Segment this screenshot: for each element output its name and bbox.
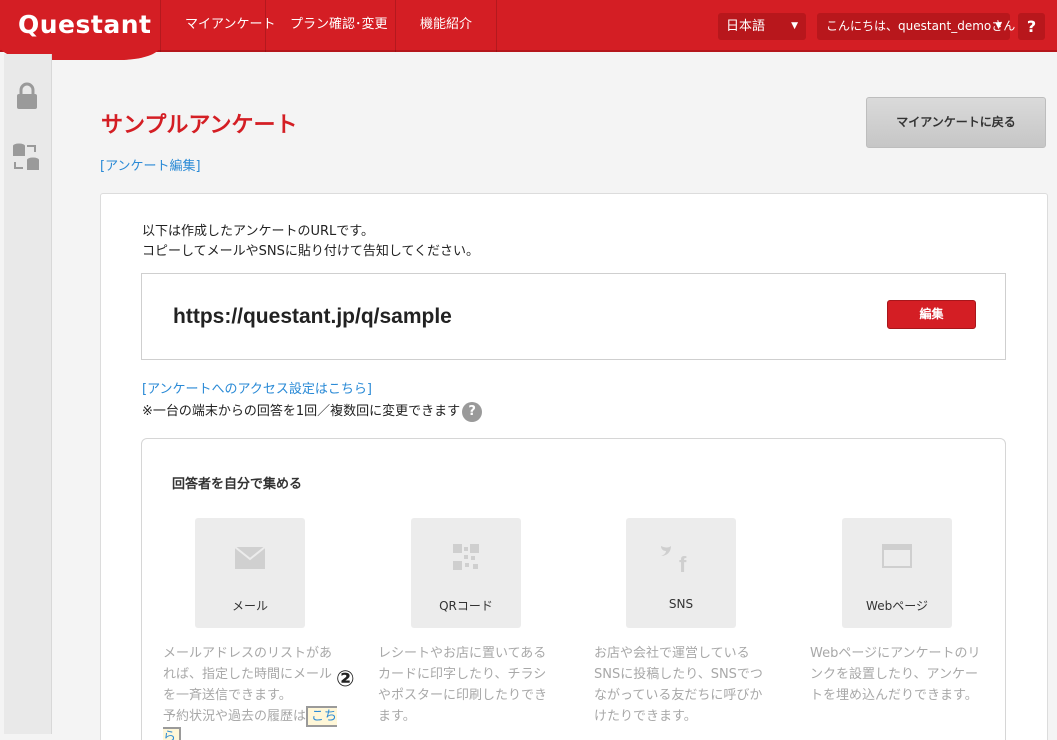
mail-method-label: メール: [231, 599, 268, 613]
data-transfer-icon[interactable]: [11, 140, 43, 172]
step-marker: ②: [336, 667, 355, 692]
svg-text:f: f: [679, 552, 687, 574]
logo-area[interactable]: Questant: [0, 0, 160, 60]
access-settings-link[interactable]: [アンケートへのアクセス設定はこちら]: [142, 378, 372, 397]
mail-icon: [234, 546, 266, 569]
webpage-method-label: Webページ: [866, 599, 928, 613]
qr-code-icon: [453, 544, 479, 570]
top-header: Questant マイアンケート プラン確認･変更 機能紹介 日本語 ▼ こんに…: [0, 0, 1057, 60]
access-note-text: ※一台の端末からの回答を1回／複数回に変更できます: [142, 404, 461, 419]
intro-line-1: 以下は作成したアンケートのURLです。: [142, 224, 374, 239]
url-intro: 以下は作成したアンケートのURLです。 コピーしてメールやSNSに貼り付けて告知…: [142, 222, 479, 262]
help-button[interactable]: ?: [1018, 13, 1045, 40]
language-select[interactable]: 日本語 ▼: [718, 13, 806, 40]
chevron-down-icon: ▼: [791, 21, 798, 31]
nav-plan[interactable]: プラン確認･変更: [265, 0, 412, 52]
qr-method-description: レシートやお店に置いてあるカードに印字したり、チラシやポスターに印刷したりできま…: [378, 646, 548, 724]
chevron-down-icon: ▼: [995, 21, 1002, 31]
user-menu[interactable]: こんにちは、questant_demoさん ▼: [817, 13, 1015, 40]
mail-method-description: メールアドレスのリストがあれば、指定した時間にメールを一斉送信できます。 予約状…: [163, 643, 338, 740]
lock-icon[interactable]: [11, 80, 43, 112]
mail-desc-text: メールアドレスのリストがあれば、指定した時間にメールを一斉送信できます。: [163, 646, 333, 703]
nav-features[interactable]: 機能紹介: [395, 0, 498, 52]
left-sidebar: [4, 54, 52, 734]
sns-method-label: SNS: [668, 597, 694, 611]
intro-line-2: コピーしてメールやSNSに貼り付けて告知してください。: [142, 244, 480, 259]
user-greeting: こんにちは、questant_demoさん: [826, 19, 1016, 33]
webpage-method-tile[interactable]: Webページ: [842, 518, 952, 628]
page-title: サンプルアンケート: [101, 113, 298, 138]
collect-title: 回答者を自分で集める: [172, 477, 303, 492]
mail-method-tile[interactable]: メール: [195, 518, 305, 628]
language-value: 日本語: [726, 19, 766, 34]
qr-method-label: QRコード: [439, 599, 493, 613]
url-box: https://questant.jp/q/sample 編集: [141, 273, 1006, 360]
questant-logo[interactable]: Questant: [18, 10, 151, 39]
survey-url[interactable]: https://questant.jp/q/sample: [173, 305, 452, 329]
webpage-method-description: Webページにアンケートのリンクを設置したり、アンケートを埋め込んだりできます。: [810, 646, 981, 703]
access-note: ※一台の端末からの回答を1回／複数回に変更できます?: [142, 400, 483, 422]
social-icon: f: [661, 546, 687, 574]
edit-survey-link[interactable]: [アンケート編集]: [100, 155, 201, 174]
qr-method-tile[interactable]: QRコード: [411, 518, 521, 628]
back-to-my-surveys-button[interactable]: マイアンケートに戻る: [866, 97, 1046, 148]
sns-method-description: お店や会社で運営しているSNSに投稿したり、SNSでつながっている友だちに呼びか…: [594, 646, 763, 724]
sns-method-tile[interactable]: f SNS: [626, 518, 736, 628]
edit-url-button[interactable]: 編集: [887, 300, 976, 329]
webpage-icon: [882, 544, 912, 568]
help-icon[interactable]: ?: [462, 401, 483, 422]
mail-desc-extra: 予約状況や過去の履歴は: [163, 709, 307, 724]
